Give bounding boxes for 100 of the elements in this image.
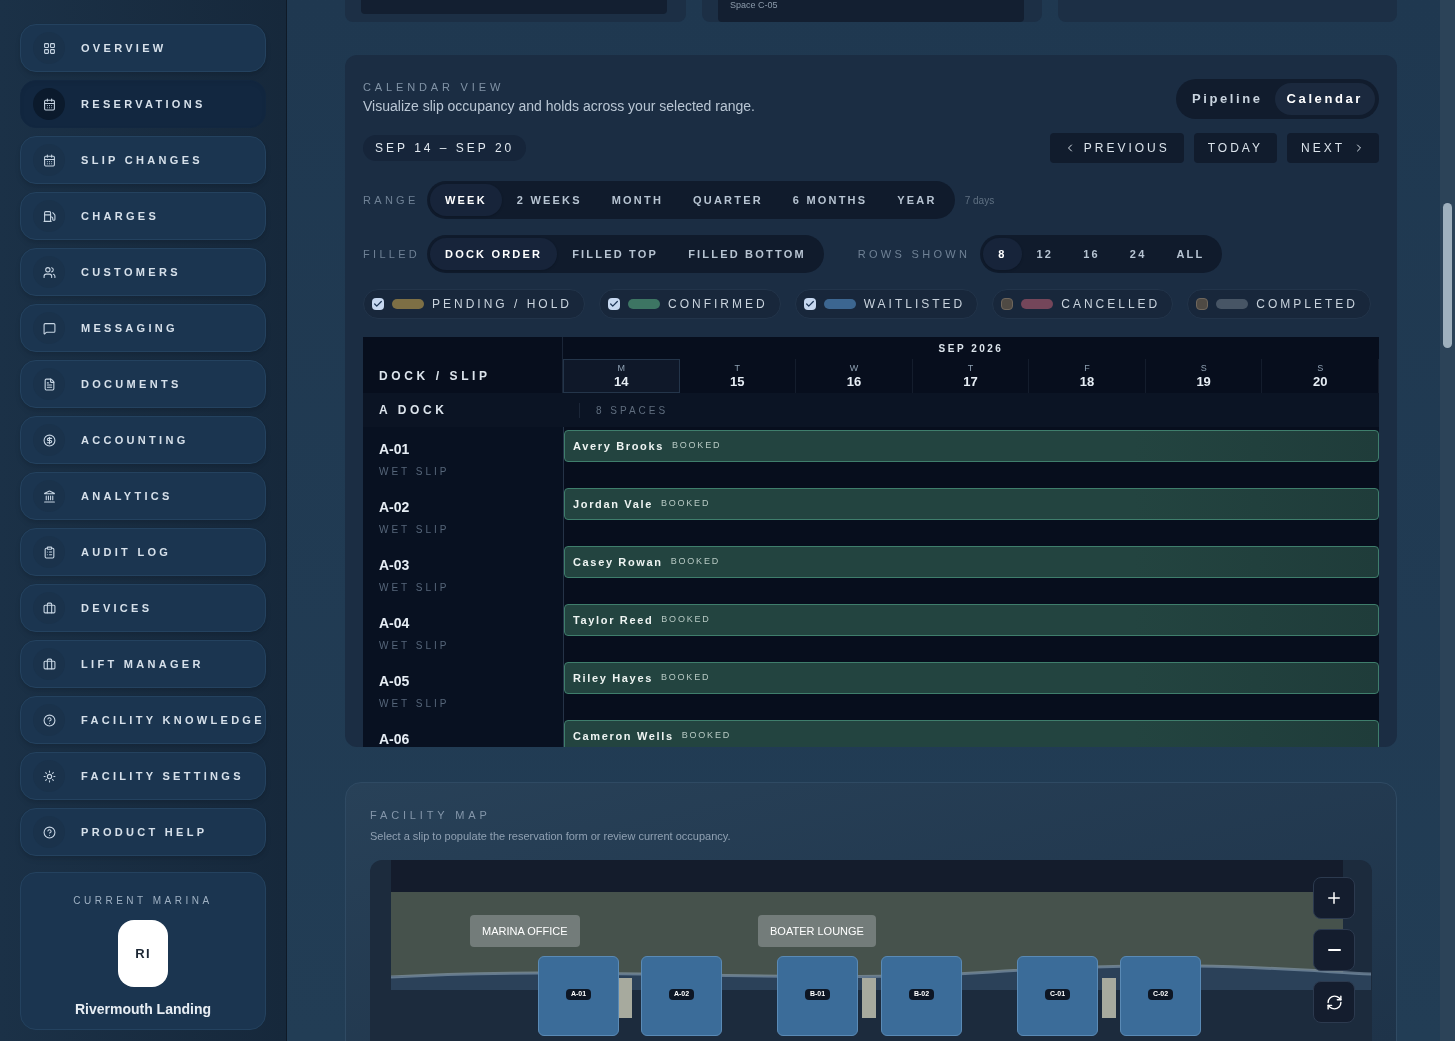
panel-subtitle: Select a slip to populate the reservation form or review current occupancy. bbox=[370, 828, 732, 844]
legend-chip[interactable]: CANCELLED bbox=[992, 289, 1174, 319]
nav-item[interactable]: SLIP CHANGES bbox=[20, 136, 266, 184]
dollar-icon bbox=[42, 433, 56, 447]
refresh-icon bbox=[1325, 993, 1343, 1011]
nav-button[interactable]: NEXT bbox=[1287, 133, 1379, 163]
grid-icon bbox=[42, 41, 56, 55]
slip-type: WET SLIP bbox=[379, 581, 451, 595]
sun-icon bbox=[42, 769, 56, 783]
nav-item[interactable]: MESSAGING bbox=[20, 304, 266, 352]
document-icon bbox=[42, 377, 56, 391]
segment-option[interactable]: FILLED TOP bbox=[557, 238, 674, 270]
segment-option[interactable]: 6 MONTHS bbox=[777, 184, 883, 216]
segment-option[interactable]: WEEK bbox=[430, 184, 502, 216]
building-label[interactable]: BOATER LOUNGE bbox=[758, 915, 876, 947]
help-icon bbox=[42, 713, 56, 727]
legend-chip[interactable]: WAITLISTED bbox=[794, 289, 979, 319]
booking-bar[interactable]: Avery Brooks BOOKED bbox=[564, 430, 1379, 462]
slip-label: A-04 bbox=[379, 614, 411, 633]
legend-label: PENDING / HOLD bbox=[432, 296, 573, 313]
range-note: 7 days bbox=[964, 193, 995, 208]
panel-subtitle: Visualize slip occupancy and holds across your selected range. bbox=[363, 96, 755, 116]
nav-item[interactable]: ANALYTICS bbox=[20, 472, 266, 520]
slip-label: A-01 bbox=[379, 440, 411, 459]
nav-item[interactable]: FACILITY KNOWLEDGE bbox=[20, 696, 266, 744]
booking-bar[interactable]: Casey Rowan BOOKED bbox=[564, 546, 1379, 578]
nav-item[interactable]: RESERVATIONS bbox=[20, 80, 266, 128]
booking-bar[interactable]: Taylor Reed BOOKED bbox=[564, 604, 1379, 636]
segment-option[interactable]: FILLED BOTTOM bbox=[673, 238, 821, 270]
view-tab[interactable]: Pipeline bbox=[1179, 83, 1275, 115]
segment-option[interactable]: 24 bbox=[1114, 238, 1162, 270]
slip-label: A-05 bbox=[379, 672, 411, 691]
reset-view-button[interactable] bbox=[1313, 981, 1355, 1023]
nav-button[interactable]: PREVIOUS bbox=[1049, 133, 1184, 163]
nav-item[interactable]: PRODUCT HELP bbox=[20, 808, 266, 856]
input-field[interactable]: Space C-05 bbox=[718, 0, 1024, 22]
zoom-in-button[interactable] bbox=[1313, 877, 1355, 919]
legend-checkbox[interactable] bbox=[1001, 298, 1014, 310]
date-range-chip: SEP 14 – SEP 20 bbox=[363, 135, 527, 161]
segment-option[interactable]: QUARTER bbox=[678, 184, 778, 216]
segment-option[interactable]: 8 bbox=[983, 238, 1022, 270]
nav-button[interactable]: TODAY bbox=[1193, 133, 1277, 163]
legend-label: CANCELLED bbox=[1061, 296, 1162, 313]
slip-label: A-02 bbox=[379, 498, 411, 517]
range-label: RANGE bbox=[363, 192, 417, 208]
slip-type: WET SLIP bbox=[379, 465, 451, 479]
slip-label: A-06 bbox=[379, 730, 411, 747]
booking-bar[interactable]: Jordan Vale BOOKED bbox=[564, 488, 1379, 520]
segment-option[interactable]: DOCK ORDER bbox=[430, 238, 558, 270]
segment-option[interactable]: ALL bbox=[1161, 238, 1220, 270]
month-label: SEP 2026 bbox=[938, 341, 1004, 356]
slip-type: WET SLIP bbox=[379, 523, 451, 537]
column-header: DOCK / SLIP bbox=[379, 368, 491, 385]
nav-item[interactable]: DOCUMENTS bbox=[20, 360, 266, 408]
help-icon bbox=[42, 825, 56, 839]
legend-checkbox[interactable] bbox=[803, 298, 816, 310]
segment-option[interactable]: 2 WEEKS bbox=[501, 184, 597, 216]
view-tab[interactable]: Calendar bbox=[1274, 83, 1375, 115]
segment-option[interactable]: 12 bbox=[1021, 238, 1069, 270]
segment-option[interactable]: YEAR bbox=[882, 184, 952, 216]
legend-checkbox[interactable] bbox=[1196, 298, 1209, 310]
nav-item[interactable]: CHARGES bbox=[20, 192, 266, 240]
nav-item[interactable]: OVERVIEW bbox=[20, 24, 266, 72]
nav-item[interactable]: ACCOUNTING bbox=[20, 416, 266, 464]
slip-type: WET SLIP bbox=[379, 697, 451, 711]
scrollbar-thumb[interactable] bbox=[1443, 203, 1452, 348]
minus-icon bbox=[1327, 949, 1341, 951]
segment-option[interactable]: MONTH bbox=[596, 184, 679, 216]
legend-label: CONFIRMED bbox=[668, 296, 769, 313]
dock-post bbox=[1102, 978, 1116, 1018]
message-icon bbox=[42, 321, 56, 335]
building-label[interactable]: MARINA OFFICE bbox=[470, 915, 580, 947]
marina-avatar: RI bbox=[118, 920, 168, 987]
legend-checkbox[interactable] bbox=[608, 298, 620, 310]
slip-type: WET SLIP bbox=[379, 639, 451, 653]
briefcase-icon bbox=[42, 601, 56, 615]
users-icon bbox=[42, 265, 56, 279]
booking-bar[interactable]: Riley Hayes BOOKED bbox=[564, 662, 1379, 694]
legend-checkbox[interactable] bbox=[372, 298, 384, 310]
slip-label: A-03 bbox=[379, 556, 411, 575]
calendar-icon bbox=[42, 153, 56, 167]
nav-item[interactable]: AUDIT LOG bbox=[20, 528, 266, 576]
nav-item[interactable]: FACILITY SETTINGS bbox=[20, 752, 266, 800]
nav-item[interactable]: CUSTOMERS bbox=[20, 248, 266, 296]
booking-bar[interactable]: Cameron Wells BOOKED bbox=[564, 720, 1379, 747]
day-header[interactable]: M 14 bbox=[563, 359, 680, 393]
clipboard-icon bbox=[42, 545, 56, 559]
panel-title: CALENDAR VIEW bbox=[363, 80, 506, 95]
legend-chip[interactable]: PENDING / HOLD bbox=[363, 289, 585, 319]
dock-spaces: 8 SPACES bbox=[579, 402, 1379, 418]
nav-item[interactable]: DEVICES bbox=[20, 584, 266, 632]
nav-item[interactable]: LIFT MANAGER bbox=[20, 640, 266, 688]
legend-chip[interactable]: COMPLETED bbox=[1187, 289, 1371, 319]
segment-option[interactable]: 16 bbox=[1068, 238, 1115, 270]
fuel-pump-icon bbox=[42, 209, 56, 223]
marina-name: Rivermouth Landing bbox=[74, 1000, 212, 1019]
panel-title: FACILITY MAP bbox=[370, 808, 492, 823]
legend-chip[interactable]: CONFIRMED bbox=[599, 289, 781, 319]
building-icon bbox=[42, 489, 56, 503]
plus-icon bbox=[1325, 889, 1343, 907]
